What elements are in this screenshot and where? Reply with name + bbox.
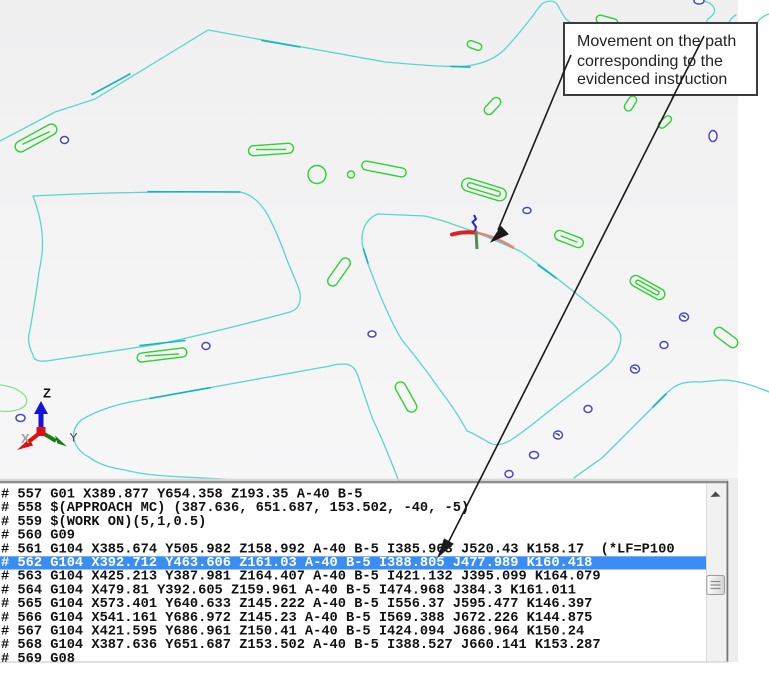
svg-text:Y: Y <box>70 431 78 445</box>
svg-text:evidenced instruction: evidenced instruction <box>577 71 727 88</box>
svg-text:# 569 G08: # 569 G08 <box>1 652 75 667</box>
svg-text:# 568 G104 X387.636 Y651.687 Z: # 568 G104 X387.636 Y651.687 Z153.502 A-… <box>1 638 601 653</box>
svg-text:corresponding to the: corresponding to the <box>577 53 723 70</box>
svg-text:X: X <box>21 431 30 446</box>
svg-text:Movement on the path: Movement on the path <box>577 33 736 50</box>
svg-text:Z: Z <box>43 386 51 401</box>
